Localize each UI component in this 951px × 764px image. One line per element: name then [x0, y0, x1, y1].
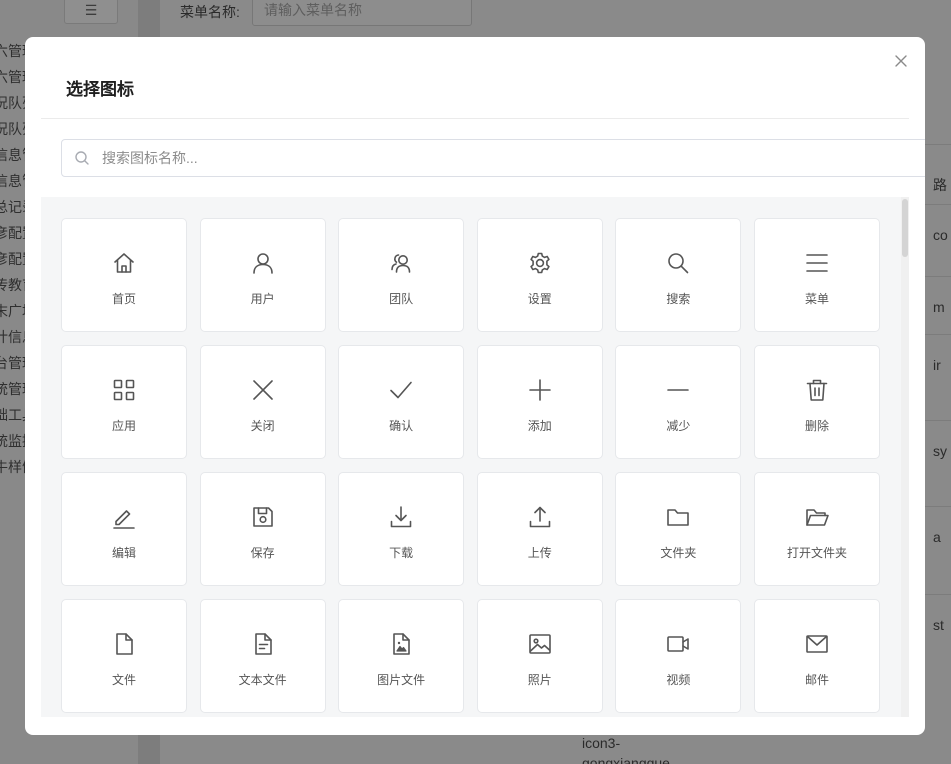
- icon-picker-dialog: 选择图标 首页 用户 团队 设置 搜索 菜单应用 关闭 确认 添加 减少 删除编辑 保存 下载 上传 文件夹…: [25, 37, 925, 735]
- icon-card-file[interactable]: 文件: [61, 599, 187, 713]
- icon-card-plus[interactable]: 添加: [476, 345, 603, 459]
- icon-label: 应用: [111, 419, 136, 433]
- trash-icon: [804, 377, 830, 403]
- home-icon: [111, 250, 137, 276]
- apps-icon: [111, 377, 137, 403]
- icon-label: 保存: [250, 546, 275, 560]
- icon-card-file-text[interactable]: 文本文件: [199, 599, 326, 713]
- menu-name-filter-input[interactable]: 请输入菜单名称: [252, 0, 472, 26]
- user-icon: [250, 250, 276, 276]
- sidebar-toggle-button[interactable]: ☰: [64, 0, 118, 24]
- icon-card-edit[interactable]: 编辑: [61, 472, 187, 586]
- icon-label: 用户: [250, 292, 275, 306]
- mail-icon: [804, 631, 830, 657]
- icon-label: 下载: [389, 546, 414, 560]
- icon-label: 照片: [527, 673, 552, 687]
- gear-icon: [527, 250, 553, 276]
- icon-label: 添加: [527, 419, 552, 433]
- table-header-cell: 路: [921, 144, 951, 204]
- icon-label: 菜单: [804, 292, 829, 306]
- search-icon: [665, 250, 691, 276]
- icon-label: 图片文件: [377, 673, 426, 687]
- icon-card-video[interactable]: 视频: [615, 599, 742, 713]
- icon-card-download[interactable]: 下载: [338, 472, 465, 586]
- file-icon: [111, 631, 137, 657]
- scrollbar-thumb[interactable]: [902, 199, 908, 257]
- folder-open-icon: [804, 504, 830, 530]
- minus-icon: [665, 377, 691, 403]
- icon-card-trash[interactable]: 删除: [753, 345, 880, 459]
- search-icon: [74, 150, 90, 166]
- icon-card-folder[interactable]: 文件夹: [615, 472, 742, 586]
- download-icon: [388, 504, 414, 530]
- icon-label: 打开文件夹: [786, 546, 847, 560]
- icon-label: 编辑: [111, 546, 136, 560]
- icon-card-team[interactable]: 团队: [338, 218, 465, 332]
- plus-icon: [527, 377, 553, 403]
- icon-card-file-image[interactable]: 图片文件: [338, 599, 465, 713]
- table-cell: co m: [921, 204, 951, 276]
- icon-card-gear[interactable]: 设置: [476, 218, 603, 332]
- icon-label: 上传: [527, 546, 552, 560]
- save-icon: [250, 504, 276, 530]
- image-icon: [527, 631, 553, 657]
- folder-icon: [665, 504, 691, 530]
- icon-label: 搜索: [666, 292, 691, 306]
- icon-label: 文件: [111, 673, 136, 687]
- close-icon: [250, 377, 276, 403]
- icon-label: 首页: [111, 292, 136, 306]
- icon-card-home[interactable]: 首页: [61, 218, 187, 332]
- icon-label: 删除: [804, 419, 829, 433]
- icon-label: 设置: [527, 292, 552, 306]
- table-column: 路co mmirsyast: [921, 144, 951, 664]
- icon-grid-area: 首页 用户 团队 设置 搜索 菜单应用 关闭 确认 添加 减少 删除编辑 保存 下载 上传 文件夹 打开文件夹…: [41, 197, 909, 717]
- team-icon: [388, 250, 414, 276]
- icon-grid: 首页 用户 团队 设置 搜索 菜单应用 关闭 确认 添加 减少 删除编辑 保存 下载 上传 文件夹 打开文件夹…: [61, 218, 880, 713]
- dialog-title: 选择图标: [66, 80, 134, 99]
- icon-card-search[interactable]: 搜索: [615, 218, 742, 332]
- icon-card-folder-open[interactable]: 打开文件夹: [753, 472, 880, 586]
- file-text-icon: [250, 631, 276, 657]
- icon-card-image[interactable]: 照片: [476, 599, 603, 713]
- icon-label: 减少: [666, 419, 691, 433]
- icon-card-close[interactable]: 关闭: [199, 345, 326, 459]
- icon-card-check[interactable]: 确认: [338, 345, 465, 459]
- icon-card-upload[interactable]: 上传: [476, 472, 603, 586]
- icon-search-input[interactable]: [102, 140, 922, 176]
- table-cell: st: [921, 594, 951, 664]
- edit-icon: [111, 504, 137, 530]
- icon-label: 确认: [389, 419, 414, 433]
- icon-card-save[interactable]: 保存: [199, 472, 326, 586]
- dialog-divider: [41, 118, 909, 119]
- upload-icon: [527, 504, 553, 530]
- icon-label: 团队: [389, 292, 414, 306]
- table-cell: ir: [921, 334, 951, 420]
- icon-card-mail[interactable]: 邮件: [753, 599, 880, 713]
- menu-name-filter-label: 菜单名称:: [180, 4, 240, 20]
- file-image-icon: [388, 631, 414, 657]
- icon-label: 文本文件: [238, 673, 287, 687]
- video-icon: [665, 631, 691, 657]
- table-cell: sy: [921, 420, 951, 506]
- close-icon[interactable]: [891, 51, 911, 71]
- icon-card-user[interactable]: 用户: [199, 218, 326, 332]
- check-icon: [388, 377, 414, 403]
- icon-label: 视频: [666, 673, 691, 687]
- icon-card-apps[interactable]: 应用: [61, 345, 187, 459]
- icon-label: 文件夹: [660, 546, 697, 560]
- table-cell: m: [921, 276, 951, 334]
- icon-label: 关闭: [250, 419, 275, 433]
- icon-label: 邮件: [804, 673, 829, 687]
- icon-search-box[interactable]: [61, 139, 925, 177]
- menu-icon: [804, 250, 830, 276]
- icon-card-menu[interactable]: 菜单: [753, 218, 880, 332]
- icon-card-minus[interactable]: 减少: [615, 345, 742, 459]
- table-cell-text: icon3- gongxiangque: [582, 735, 670, 764]
- table-cell: a: [921, 506, 951, 594]
- scrollbar[interactable]: [901, 197, 909, 717]
